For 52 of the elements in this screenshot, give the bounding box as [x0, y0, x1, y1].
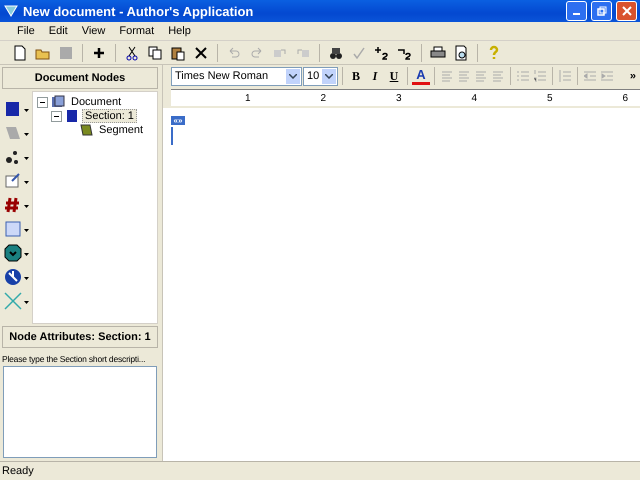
- menu-item[interactable]: Edit: [42, 25, 75, 37]
- superscript-icon[interactable]: [374, 44, 390, 60]
- document-stack-icon[interactable]: [50, 94, 66, 110]
- panel-header: Node Attributes: Section: 1: [2, 326, 158, 348]
- ruler-number: 5: [546, 92, 552, 104]
- restore-icon: [596, 6, 606, 16]
- hash-icon[interactable]: [3, 195, 29, 215]
- font-select[interactable]: Times New Roman: [171, 66, 302, 86]
- expand-toggle[interactable]: [51, 110, 62, 122]
- tree-item[interactable]: Section: 1: [82, 109, 137, 123]
- status-text: Ready: [2, 465, 34, 477]
- panel-header: Document Nodes: [2, 67, 158, 89]
- calendar-icon[interactable]: [3, 219, 29, 239]
- description-field[interactable]: [3, 366, 157, 458]
- section-marker: «»: [171, 116, 185, 125]
- paste-icon[interactable]: [170, 44, 186, 60]
- expand-toggle[interactable]: [37, 96, 48, 108]
- restore-button[interactable]: [591, 1, 612, 21]
- cut-icon[interactable]: [124, 44, 140, 60]
- window-title: New document - Author's Application: [23, 4, 254, 18]
- menu-item[interactable]: Format: [112, 25, 162, 37]
- bold-button[interactable]: B: [347, 67, 365, 85]
- italic-button[interactable]: I: [366, 67, 384, 85]
- segment-page-icon[interactable]: [78, 122, 94, 138]
- print-preview-icon[interactable]: [453, 44, 469, 60]
- close-button[interactable]: [616, 1, 637, 21]
- menu-item[interactable]: Help: [161, 25, 198, 37]
- section-block-icon[interactable]: [64, 108, 80, 124]
- printer-icon[interactable]: [430, 44, 446, 60]
- ruler-number: 6: [621, 92, 628, 104]
- tree-item[interactable]: Document: [68, 95, 124, 109]
- delete-icon[interactable]: [193, 44, 209, 60]
- close-icon: [622, 6, 632, 16]
- font-color-button[interactable]: A: [412, 67, 430, 85]
- menu-item[interactable]: File: [10, 25, 42, 37]
- badge-check-icon[interactable]: [3, 243, 29, 263]
- size-select[interactable]: 10: [303, 66, 338, 86]
- app-icon[interactable]: [3, 3, 19, 19]
- underline-button[interactable]: U: [385, 67, 403, 85]
- new-file-icon[interactable]: [12, 44, 28, 60]
- ruler-number: 3: [394, 92, 402, 104]
- ruler-number: 1: [244, 92, 250, 104]
- section-block-icon[interactable]: [3, 99, 29, 119]
- minimize-button[interactable]: [566, 1, 587, 21]
- menu-item[interactable]: View: [74, 25, 112, 37]
- field-label: Please type the Section short descripti...: [2, 354, 146, 364]
- more-button[interactable]: »: [630, 70, 636, 82]
- tree-item[interactable]: Segment: [96, 123, 146, 137]
- ruler-number: 2: [319, 92, 326, 104]
- document-editor[interactable]: «»: [163, 108, 640, 461]
- copy-icon[interactable]: [147, 44, 163, 60]
- ruler-number: 4: [470, 92, 477, 104]
